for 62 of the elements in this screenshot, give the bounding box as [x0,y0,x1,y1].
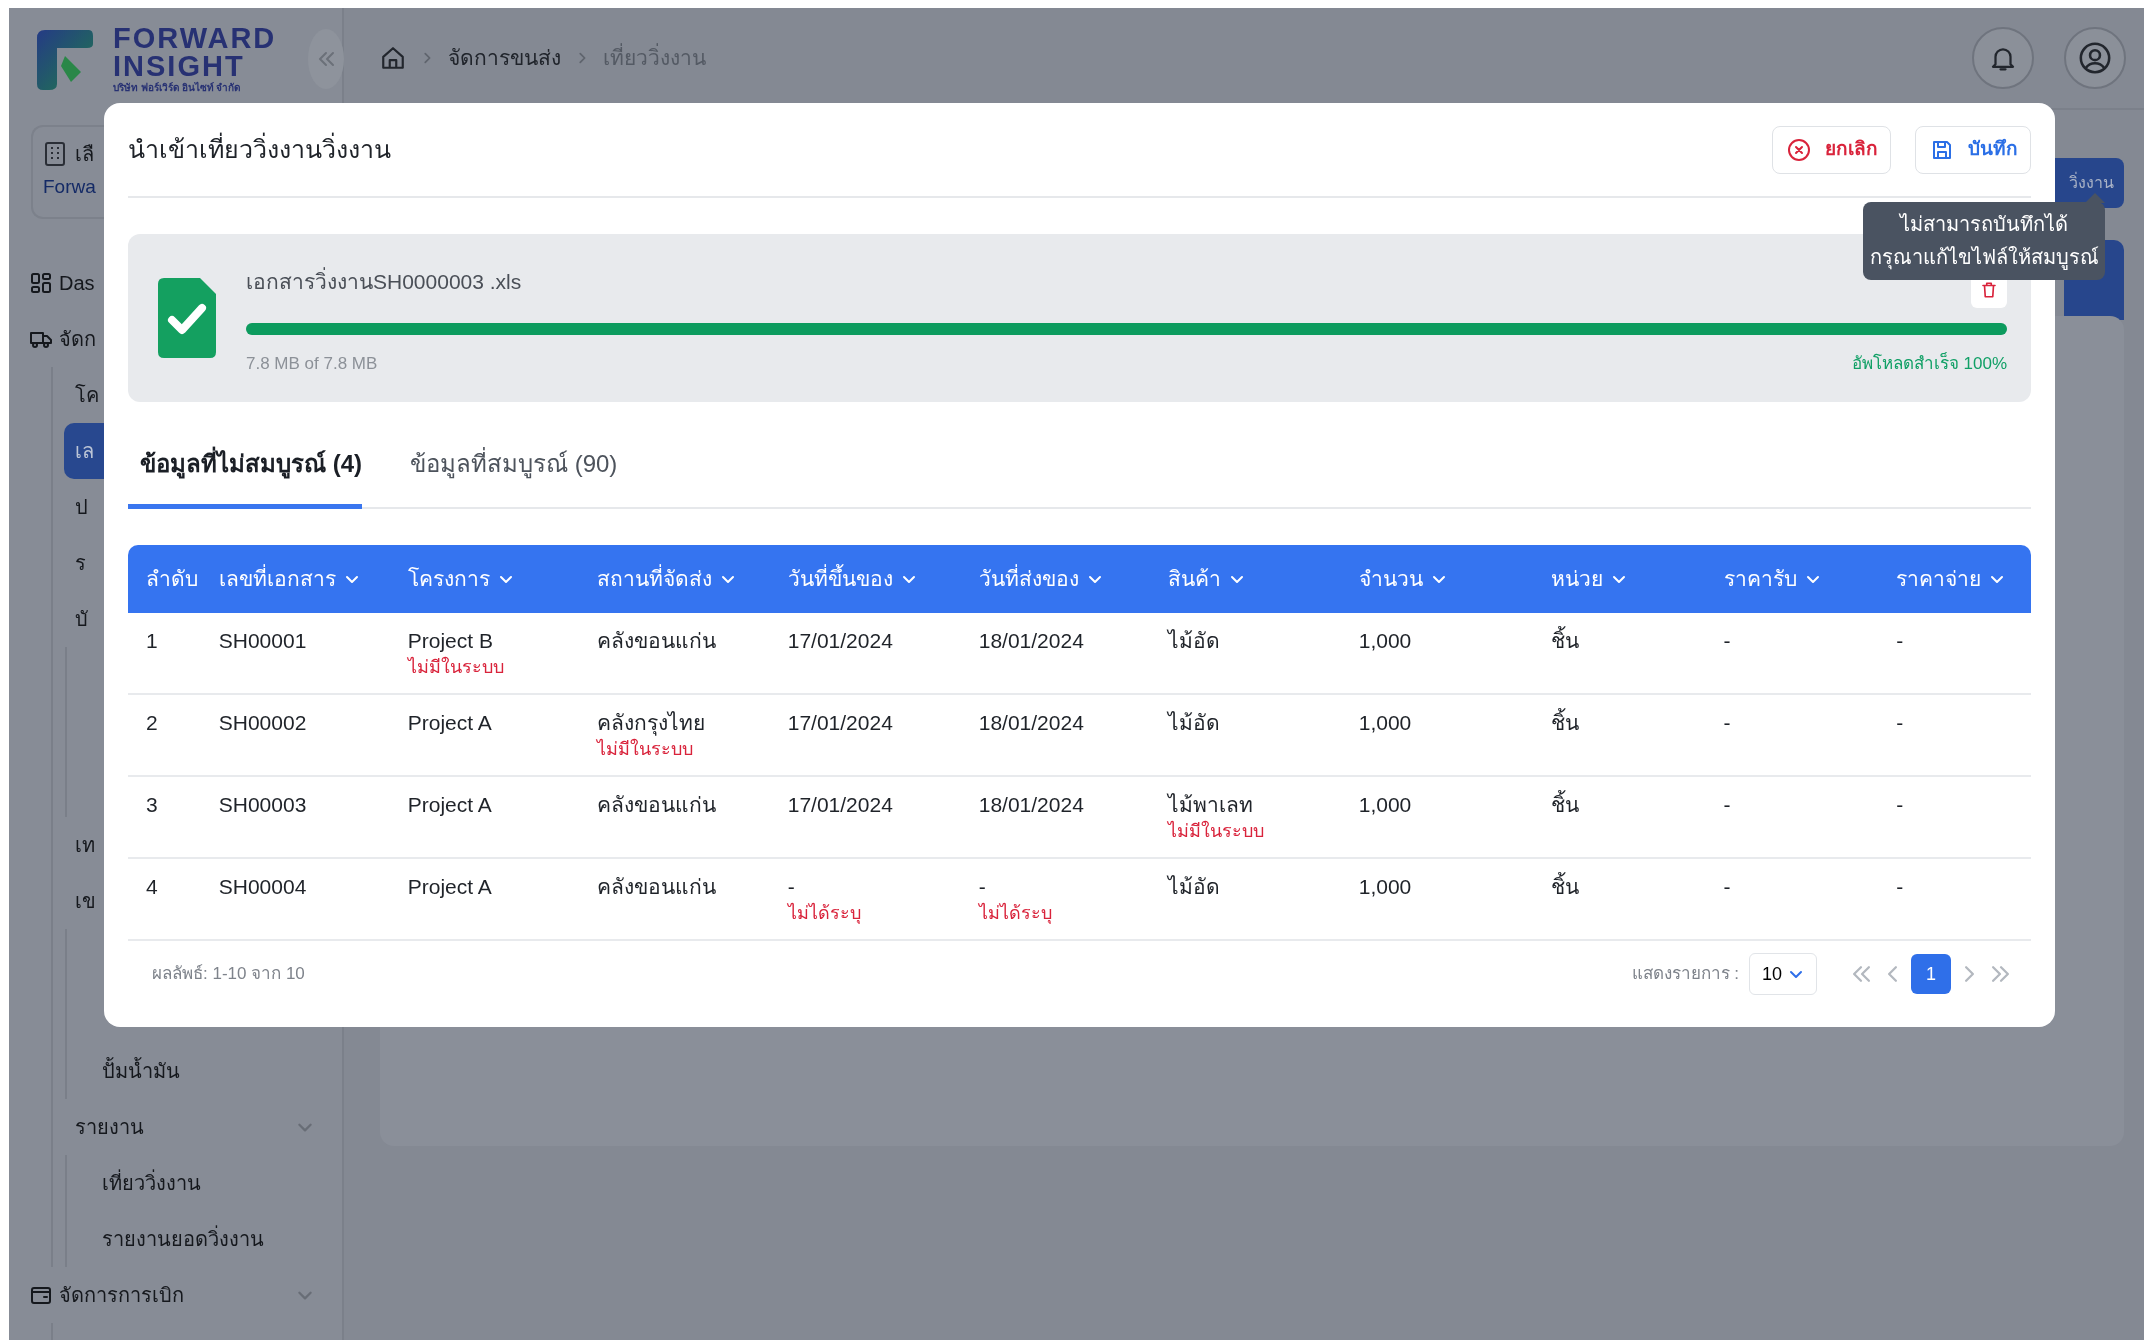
cell-text: SH00002 [218,710,308,736]
cell-text: 18/01/2024 [978,628,1085,654]
cell-text: Project B [407,628,494,654]
cell-text: - [1896,874,1905,900]
cell-text: - [1723,710,1732,736]
cell-text: 1,000 [1358,874,1413,900]
cell-text: ไม้พาเลท [1167,792,1254,818]
cell-text: Project A [407,710,493,736]
cell-text: 4 [146,874,159,900]
cell-text: Project A [407,874,493,900]
file-name: เอกสารวิ่งงานSH0000003 .xls [246,266,522,295]
cell-text: SH00003 [218,792,308,818]
cell-text: ชิ้น [1550,627,1706,655]
error-text: ไม่ได้ระบุ [978,902,1053,925]
cell-text: 18/01/2024 [978,710,1085,736]
cell-text: คลังกรุงไทย [596,710,706,737]
cell-text: ชิ้น [1550,873,1706,901]
cell-text: - [787,874,796,900]
result-count: ผลลัพธ์: 1-10 จาก 10 [152,963,305,986]
cell-text: 17/01/2024 [787,710,894,736]
file-size: 7.8 MB of 7.8 MB [246,353,378,375]
cell-text: Project A [407,792,493,818]
cell-text: - [1723,628,1732,654]
cell-text: ชิ้น [1550,709,1706,737]
cell-text: 17/01/2024 [787,792,894,818]
cell-text: ไม้อัด [1167,874,1221,900]
company-name: Forwa [43,175,97,199]
cell-text: - [1896,710,1905,736]
tooltip: ไม่สามารถบันทึกได้ กรุณาแก้ไขไฟล์ให้สมบูรณ์ [1863,202,2105,280]
cell-text: 3 [146,792,159,818]
column-header: ลำดับ [128,545,201,613]
logo-text: FORWARD [113,23,277,52]
cell-text: 1,000 [1358,792,1413,818]
cell-text: ชิ้น [1550,791,1706,819]
cell-text: SH00001 [218,628,308,654]
cell-text: - [1723,792,1732,818]
cell-text: คลังขอนแก่น [596,792,717,818]
cell-text: คลังขอนแก่น [596,874,717,900]
cell-text: 1,000 [1358,628,1413,654]
cell-text: 1 [146,628,159,654]
logo-tagline: บริษัท ฟอร์เวิร์ด อินไซท์ จำกัด [113,80,242,95]
cell-text: 18/01/2024 [978,792,1085,818]
error-text: ไม่มีในระบบ [1167,819,1265,843]
page-size-label: แสดงรายการ : [1631,963,1739,986]
cell-text: - [978,874,987,900]
modal-title: นำเข้าเที่ยววิ่งงานวิ่งงาน [128,131,391,165]
cell-text: ไม้อัด [1167,628,1221,654]
cell-text: - [1723,874,1732,900]
cell-text: คลังขอนแก่น [596,628,717,654]
error-text: ไม่มีในระบบ [407,655,505,679]
logo-text: INSIGHT [113,51,246,80]
cell-text: - [1896,792,1905,818]
error-text: ไม่มีในระบบ [596,737,694,761]
cell-text: SH00004 [218,874,308,900]
company-label: เลื [75,142,94,167]
upload-status: อัพโหลดสำเร็จ 100% [1851,351,2007,375]
cell-text: 2 [146,710,159,736]
error-text: ไม่ได้ระบุ [787,902,862,925]
cell-text: - [1896,628,1905,654]
cell-text: 1,000 [1358,710,1413,736]
cell-text: 17/01/2024 [787,628,894,654]
cell-text: ไม้อัด [1167,710,1221,736]
